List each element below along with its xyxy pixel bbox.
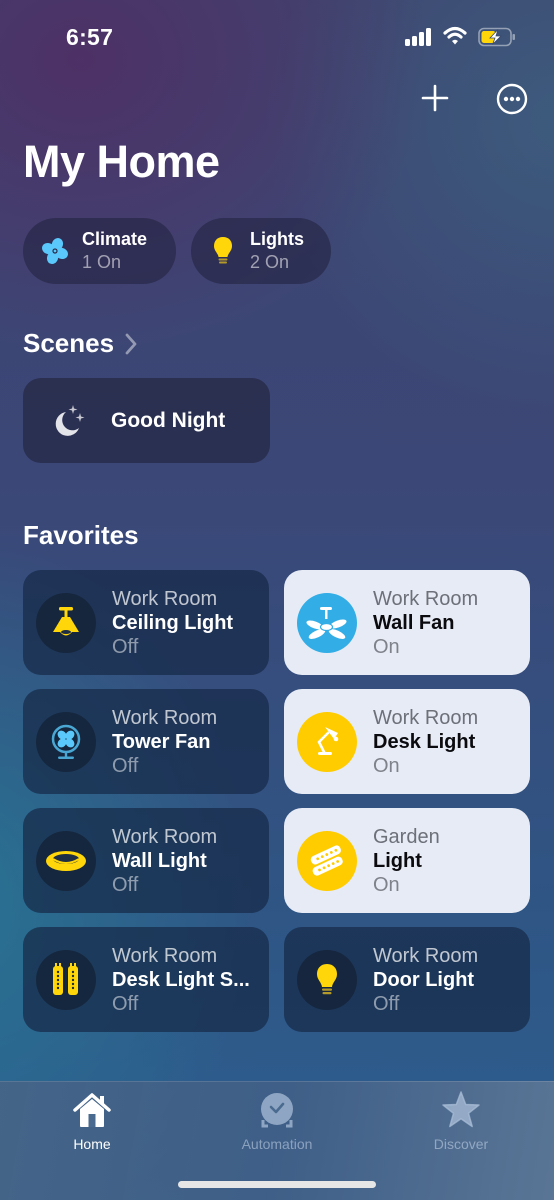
tab-automation[interactable]: Automation	[217, 1090, 337, 1152]
tile-name: Desk Light S...	[112, 968, 250, 991]
desk-lamp-icon	[297, 711, 357, 772]
tile-room: Garden	[373, 825, 440, 848]
wall-light-icon	[36, 830, 96, 891]
ellipsis-circle-icon	[496, 83, 528, 115]
accessory-tile-wall-fan[interactable]: Work Room Wall Fan On	[284, 570, 530, 675]
tile-room: Work Room	[112, 706, 218, 729]
tab-home[interactable]: Home	[32, 1090, 152, 1152]
favorites-grid: Work Room Ceiling Light Off Work Room Wa…	[23, 570, 531, 1032]
tile-name: Ceiling Light	[112, 611, 234, 634]
lights-title: Lights	[250, 229, 304, 249]
scenes-title: Scenes	[23, 328, 115, 358]
status-time: 6:57	[66, 24, 114, 50]
accessory-tile-tower-fan[interactable]: Work Room Tower Fan Off	[23, 689, 269, 794]
fan-icon	[39, 235, 71, 267]
tile-room: Work Room	[373, 706, 479, 729]
page-title: My Home	[23, 136, 220, 187]
accessory-tile-door-light[interactable]: Work Room Door Light Off	[284, 927, 530, 1032]
climate-count: 1 On	[82, 252, 122, 272]
light-strip-icon	[297, 830, 357, 891]
ceiling-fan-icon	[297, 592, 357, 653]
accessory-tile-desk-light[interactable]: Work Room Desk Light On	[284, 689, 530, 794]
moon-stars-icon	[55, 404, 85, 436]
scene-good-night[interactable]: Good Night	[23, 378, 270, 463]
star-icon	[442, 1091, 480, 1128]
tile-room: Work Room	[112, 825, 218, 848]
tile-room: Work Room	[373, 944, 479, 967]
tab-discover[interactable]: Discover	[401, 1090, 521, 1152]
tile-state: On	[373, 635, 400, 658]
desk-fan-icon	[36, 711, 96, 772]
lights-summary-button[interactable]: Lights 2 On	[191, 218, 331, 284]
accessory-tile-ceiling-light[interactable]: Work Room Ceiling Light Off	[23, 570, 269, 675]
tile-state: Off	[112, 754, 139, 777]
lights-count: 2 On	[250, 252, 290, 272]
tile-name: Tower Fan	[112, 730, 211, 753]
tile-room: Work Room	[112, 587, 218, 610]
cellular-signal-icon	[405, 28, 433, 46]
lightbulb-icon	[297, 949, 357, 1010]
scenes-header-link[interactable]: Scenes	[23, 328, 138, 359]
tile-room: Work Room	[373, 587, 479, 610]
tile-room: Work Room	[112, 944, 218, 967]
chevron-right-icon	[125, 333, 137, 354]
battery-charging-icon	[478, 27, 515, 47]
tile-state: Off	[112, 873, 139, 896]
tile-name: Door Light	[373, 968, 475, 991]
tile-state: Off	[112, 635, 139, 658]
accessory-tile-desk-light-strip[interactable]: Work Room Desk Light S... Off	[23, 927, 269, 1032]
favorites-title: Favorites	[23, 520, 139, 550]
tile-name: Wall Light	[112, 849, 207, 872]
wifi-icon	[443, 26, 467, 45]
climate-title: Climate	[82, 229, 148, 249]
more-options-button[interactable]	[496, 83, 528, 115]
lightbulb-icon	[207, 235, 239, 267]
scene-label: Good Night	[111, 408, 226, 432]
home-indicator[interactable]	[178, 1181, 376, 1188]
accessory-tile-wall-light[interactable]: Work Room Wall Light Off	[23, 808, 269, 913]
house-icon	[73, 1093, 111, 1127]
clock-check-icon	[261, 1093, 293, 1128]
tile-name: Desk Light	[373, 730, 476, 753]
add-button[interactable]	[420, 83, 450, 113]
tile-state: On	[373, 754, 400, 777]
tab-label: Automation	[241, 1136, 313, 1152]
tile-name: Light	[373, 849, 422, 872]
plus-icon	[421, 84, 449, 112]
climate-summary-button[interactable]: Climate 1 On	[23, 218, 176, 284]
tile-name: Wall Fan	[373, 611, 455, 634]
tile-state: Off	[112, 992, 139, 1015]
tab-label: Discover	[433, 1136, 489, 1152]
status-bar: 6:57	[0, 0, 554, 70]
accessory-tile-garden-light[interactable]: Garden Light On	[284, 808, 530, 913]
tile-state: On	[373, 873, 400, 896]
tab-label: Home	[73, 1136, 111, 1152]
ceiling-light-icon	[36, 592, 96, 653]
tile-state: Off	[373, 992, 400, 1015]
light-strip-vertical-icon	[36, 949, 96, 1010]
